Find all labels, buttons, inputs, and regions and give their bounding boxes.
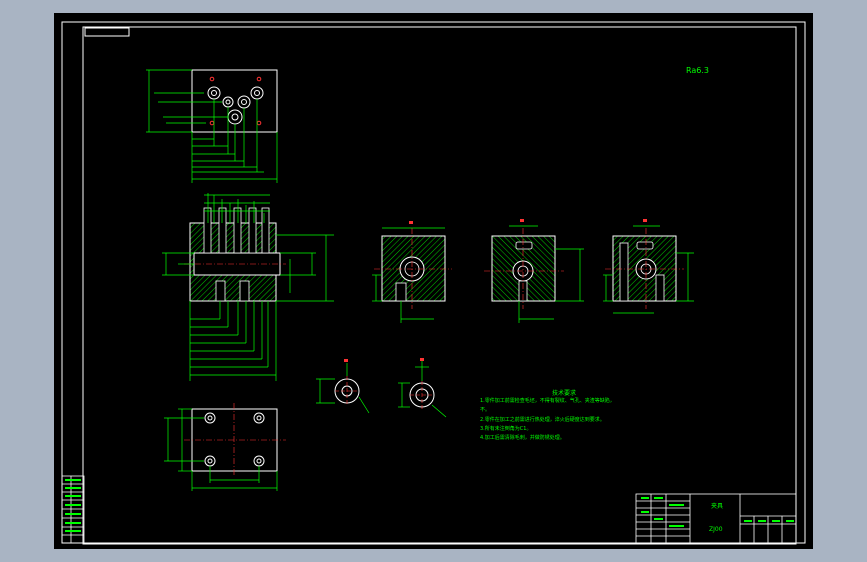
- section-view-a: [374, 228, 452, 309]
- tech-requirements-title: 技术要求: [552, 390, 577, 397]
- front-section-view: [184, 207, 286, 302]
- tech-requirement-2: 2.零件在加工之前需进行热处理，淬火后硬度达到要求。: [480, 417, 605, 423]
- tech-requirement-3: 3.所有未注倒角为C1。: [480, 426, 532, 432]
- corner-code-box: [84, 27, 130, 37]
- title-block-text-marks: [65, 479, 794, 532]
- title-block-name: 夹具: [711, 503, 724, 510]
- cad-viewport[interactable]: Ra6.3 技术要求 1.零件加工前需检查毛坯，不得有裂纹、气孔、夹渣等缺陷， …: [54, 13, 813, 549]
- section-view-c: [605, 228, 684, 309]
- detail-view-2: [409, 381, 435, 409]
- bottom-view-centerlines: [184, 403, 286, 477]
- engineering-drawing: [61, 21, 806, 545]
- title-block-code: ZJ00: [709, 526, 723, 533]
- detail-view-1: [334, 376, 360, 406]
- revision-table: [61, 475, 85, 544]
- surface-roughness-note: Ra6.3: [686, 66, 710, 75]
- tech-requirement-1: 1.零件加工前需检查毛坯，不得有裂纹、气孔、夹渣等缺陷，: [480, 398, 615, 404]
- tech-requirement-4: 4.加工后需清除毛刺，并做防锈处理。: [480, 435, 565, 441]
- section-view-b: [484, 228, 564, 309]
- bottom-view-dimensions: [164, 408, 278, 491]
- tech-requirement-1b: 不。: [480, 407, 491, 413]
